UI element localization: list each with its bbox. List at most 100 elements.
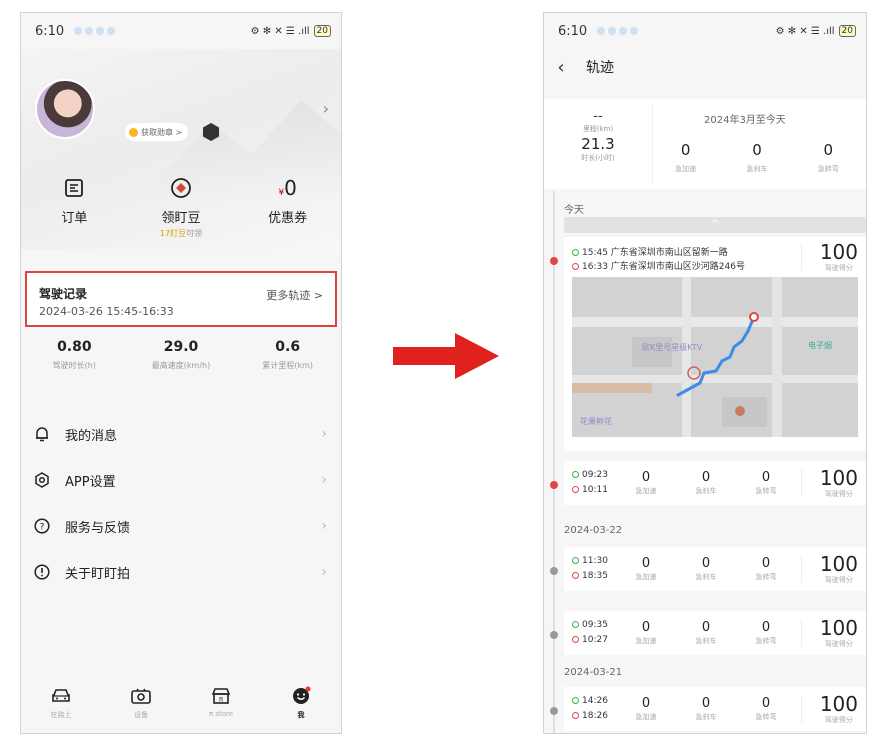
day-label-0322: 2024-03-22 xyxy=(564,525,623,536)
track-screen: 6:10 ⚙ ✻ ✕ ☰ .ıll 20 ‹ 轨迹 -- 里程(km) 21.3… xyxy=(543,12,867,734)
menu-label-messages: 我的消息 xyxy=(65,428,118,444)
bell-icon xyxy=(33,425,51,443)
trip-start-time: 11:30 xyxy=(582,556,608,566)
trip-turn: 0 xyxy=(761,696,771,711)
duration-value: 21.3 xyxy=(581,135,615,153)
track-summary: -- 里程(km) 21.3 时长(小时) 2024年3月至今天 0 急加速 0 急… xyxy=(544,99,866,189)
trip-turn: 0 xyxy=(761,470,771,485)
trip-score-label: 驾驶得分 xyxy=(824,716,853,724)
sum-accel-value: 0 xyxy=(680,141,691,159)
orders-button[interactable]: 订单 xyxy=(21,175,128,238)
beans-sub: 可领 xyxy=(186,229,203,238)
stat-max-speed: 29.0 最高速度(km/h) xyxy=(128,339,235,371)
trip-start-time: 09:35 xyxy=(582,620,608,630)
camera-icon xyxy=(101,685,181,707)
coupons-button[interactable]: ¥0 优惠券 xyxy=(234,175,341,238)
trip-start-time: 09:23 xyxy=(582,470,608,480)
chevron-right-icon: › xyxy=(321,518,327,534)
more-tracks-link[interactable]: 更多轨迹 > xyxy=(266,287,323,303)
smiley-icon xyxy=(261,685,341,707)
drive-record-card[interactable]: 驾驶记录 2024-03-26 15:45-16:33 更多轨迹 > xyxy=(25,271,337,327)
trip-turn-label: 急转弯 xyxy=(755,573,777,581)
trip-accel: 0 xyxy=(641,470,651,485)
trip-brake-label: 急刹车 xyxy=(695,713,717,721)
trip-end-time: 10:11 xyxy=(582,485,608,495)
trip-brake-label: 急刹车 xyxy=(695,487,717,495)
summary-period[interactable]: 2024年3月至今天 xyxy=(704,111,786,126)
timeline-node xyxy=(550,567,558,575)
trip-start-time: 14:26 xyxy=(582,696,608,706)
profile-chevron-icon[interactable]: › xyxy=(323,99,329,118)
trip-accel-label: 急加速 xyxy=(635,573,657,581)
beans-count: 17盯豆 xyxy=(159,229,187,238)
day-label-0321: 2024-03-21 xyxy=(564,667,623,678)
get-medal-label: 获取勋章 > xyxy=(141,127,183,137)
trip-score: 100 xyxy=(819,466,858,490)
battery-icon: 20 xyxy=(313,25,331,37)
trip-brake: 0 xyxy=(701,470,711,485)
collapse-button[interactable]: ^ xyxy=(564,217,866,233)
page-title: 轨迹 xyxy=(586,60,614,76)
order-icon xyxy=(21,175,128,201)
trip-brake-label: 急刹车 xyxy=(695,637,717,645)
stat-duration-label: 驾驶时长(h) xyxy=(52,361,96,370)
tab-on-road[interactable]: 在路上 xyxy=(21,677,101,733)
trip-card-main[interactable]: 15:45 广东省深圳市南山区留新一路 16:33 广东省深圳市南山区沙河路24… xyxy=(564,237,866,451)
trip-score: 100 xyxy=(819,552,858,576)
trip-score: 100 xyxy=(819,240,858,264)
duration-label: 时长(小时) xyxy=(581,154,615,162)
trip-card[interactable]: 09:23 10:11 0 急加速 0 急刹车 0 急转弯 100 驾驶得分 xyxy=(564,461,866,505)
sum-brake-value: 0 xyxy=(752,141,762,159)
profile-screen: 6:10 ⚙ ✻ ✕ ☰ .ıll 20 获取勋章 > › 订单 领盯豆 17盯… xyxy=(20,12,342,734)
medal-coin-icon xyxy=(129,127,138,137)
trip-accel: 0 xyxy=(641,620,651,635)
chevron-right-icon: › xyxy=(321,564,327,580)
map-label-shop: 电子烟 xyxy=(808,340,832,350)
drive-record-time: 2024-03-26 15:45-16:33 xyxy=(39,305,174,318)
trip-end-time: 18:26 xyxy=(582,711,608,721)
orders-label: 订单 xyxy=(61,211,88,226)
settings-icon xyxy=(33,471,51,489)
tab-label-store: π store xyxy=(208,710,234,718)
trip-accel: 0 xyxy=(641,696,651,711)
trip-timeline: 今天 ^ 15:45 广东省深圳市南山区留新一路 16:33 广东省深圳市南山区… xyxy=(544,191,866,733)
status-icons: ⚙ ✻ ✕ ☰ .ıll xyxy=(775,25,835,37)
right-arrow-icon xyxy=(393,333,499,379)
trip-map[interactable]: 欧K里号星级KTV 电子烟 花果鲜花 xyxy=(572,277,858,437)
get-medal-button[interactable]: 获取勋章 > xyxy=(125,123,189,141)
trip-card[interactable]: 11:30 18:35 0 急加速 0 急刹车 0 急转弯 100 驾驶得分 xyxy=(564,547,866,591)
status-icons: ⚙ ✻ ✕ ☰ .ıll xyxy=(250,25,310,37)
tab-label-me: 我 xyxy=(297,711,305,719)
tab-me[interactable]: 我 xyxy=(261,677,341,733)
tab-store[interactable]: π π store xyxy=(181,677,261,733)
trip-start: 15:45 广东省深圳市南山区留新一路 xyxy=(582,248,728,258)
menu-label-app-settings: APP设置 xyxy=(65,474,116,490)
status-bar: 6:10 ⚙ ✻ ✕ ☰ .ıll 20 xyxy=(544,13,866,49)
chevron-right-icon: › xyxy=(321,472,327,488)
back-arrow-icon[interactable]: ‹ xyxy=(544,57,578,78)
menu-label-about: 关于盯盯拍 xyxy=(65,566,131,582)
tab-device[interactable]: 设备 xyxy=(101,677,181,733)
trip-card[interactable]: 14:26 18:26 0 急加速 0 急刹车 0 急转弯 100 驾驶得分 xyxy=(564,687,866,731)
claim-beans-button[interactable]: 领盯豆 17盯豆可领 xyxy=(128,175,235,238)
trip-turn: 0 xyxy=(761,620,771,635)
sum-turn-label: 急转弯 xyxy=(817,165,839,173)
svg-text:?: ? xyxy=(40,523,45,533)
trip-score-label: 驾驶得分 xyxy=(824,640,853,648)
menu-item-about[interactable]: 关于盯盯拍 › xyxy=(21,549,341,595)
timeline-node xyxy=(550,631,558,639)
avatar[interactable] xyxy=(35,79,95,139)
menu-item-messages[interactable]: 我的消息 › xyxy=(21,411,341,457)
menu-item-app-settings[interactable]: APP设置 › xyxy=(21,457,341,503)
map-label-ktv: 欧K里号星级KTV xyxy=(642,342,703,352)
sum-brake-label: 急刹车 xyxy=(746,165,768,173)
trip-brake: 0 xyxy=(701,556,711,571)
trip-turn-label: 急转弯 xyxy=(755,713,777,721)
status-time: 6:10 xyxy=(35,23,65,39)
trip-score-label: 驾驶得分 xyxy=(824,490,853,498)
menu-item-feedback[interactable]: ? 服务与反馈 › xyxy=(21,503,341,549)
trip-brake-label: 急刹车 xyxy=(695,573,717,581)
timeline-node xyxy=(550,257,558,265)
trip-card[interactable]: 09:35 10:27 0 急加速 0 急刹车 0 急转弯 100 驾驶得分 xyxy=(564,611,866,655)
coupons-label: 优惠券 xyxy=(268,211,308,226)
